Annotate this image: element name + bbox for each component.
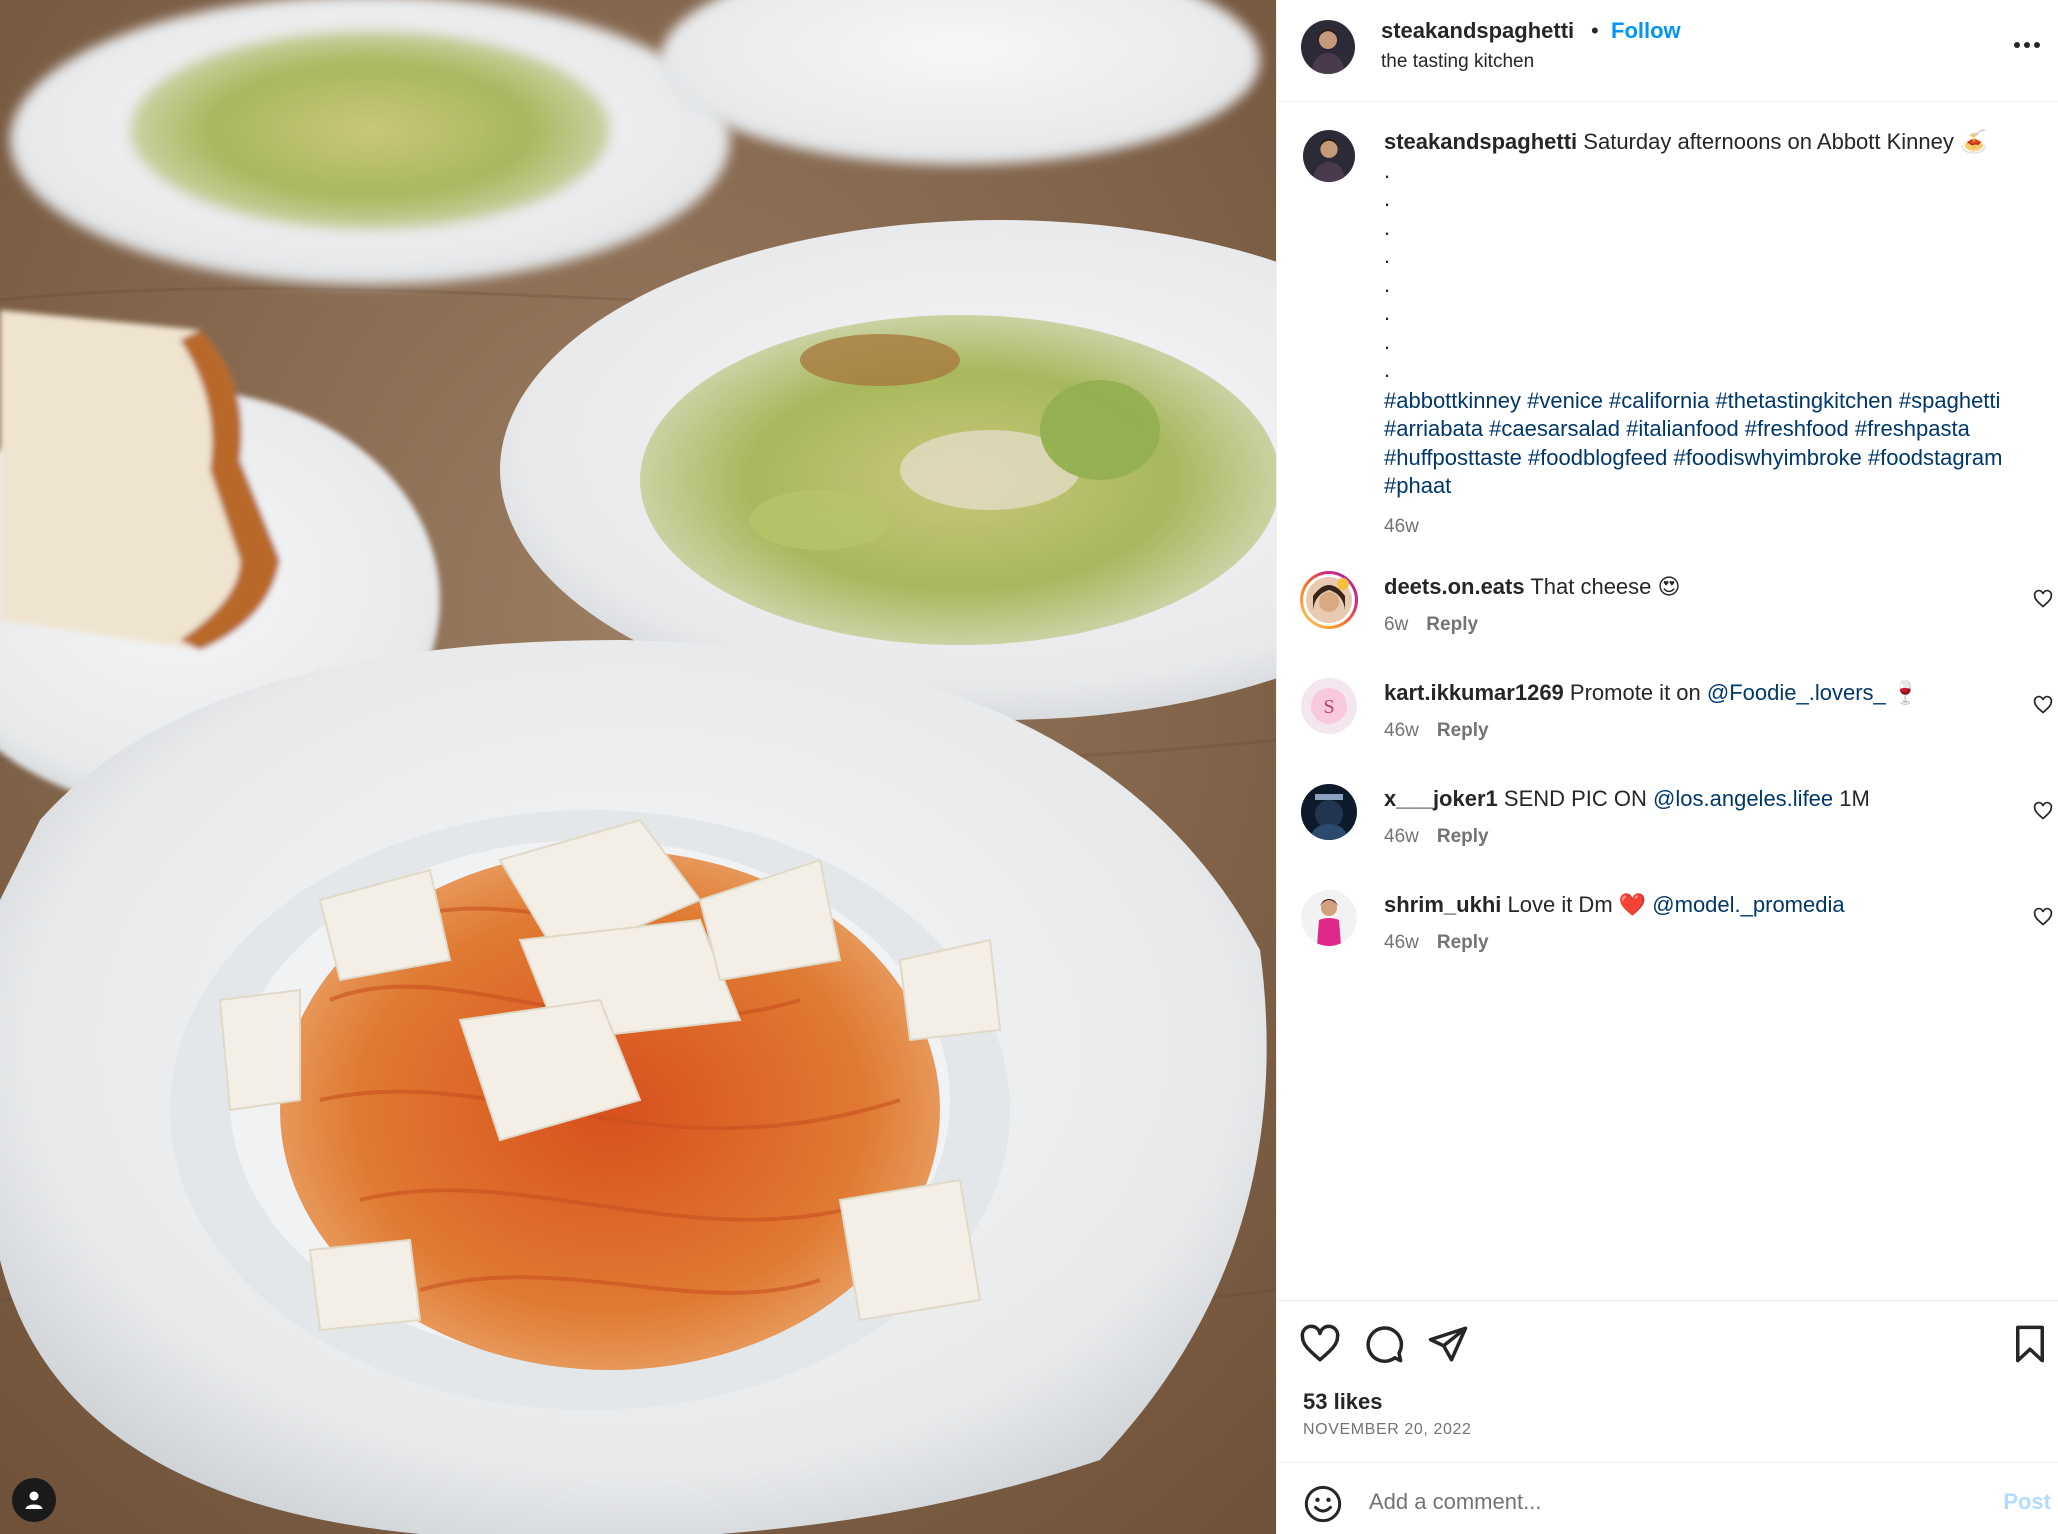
commenter-avatar[interactable] [1299,570,1359,630]
comment-body: That cheese 😍 [1530,574,1681,599]
author-username[interactable]: steakandspaghetti [1381,18,1574,44]
location-link[interactable]: the tasting kitchen [1381,51,1534,73]
comment-text: shrim_ukhi Love it Dm ❤️ @model._promedi… [1384,892,1845,918]
comment-mention[interactable]: @Foodie_.lovers_ [1707,680,1886,705]
comment-body: SEND PIC ON [1503,786,1647,811]
comment-username[interactable]: x___joker1 [1384,786,1498,811]
post-photo[interactable] [0,0,1276,1534]
comment-mention[interactable]: @los.angeles.lifee [1653,786,1833,811]
comment-username[interactable]: kart.ikkumar1269 [1384,680,1564,705]
comment-text: kart.ikkumar1269 Promote it on @Foodie_.… [1384,680,1919,706]
caption-username[interactable]: steakandspaghetti [1384,129,1577,154]
comment-body: Love it Dm ❤️ [1507,892,1647,917]
caption-first-line: steakandspaghetti Saturday afternoons on… [1384,128,2034,157]
comment-meta: 46w Reply [1384,720,1489,742]
food-photo-illustration [0,0,1276,1534]
emoji-icon[interactable] [1303,1484,1343,1524]
caption-text: Saturday afternoons on Abbott Kinney 🍝 [1583,129,1988,154]
separator-dot: • [1591,18,1599,43]
caption-dot: . [1384,186,1391,211]
commenter-avatar-image [1301,784,1357,840]
comment-like-heart-icon[interactable] [2033,801,2053,821]
share-icon[interactable] [1427,1323,1469,1365]
bookmark-icon[interactable] [2009,1323,2051,1365]
tagged-users-button[interactable] [12,1478,56,1522]
reply-button[interactable]: Reply [1437,826,1489,847]
author-avatar[interactable] [1301,20,1355,74]
comment-item: deets.on.eats That cheese 😍 6w Reply [1277,570,2058,662]
caption-dot: . [1384,328,1391,354]
user-tag-icon [25,1491,43,1509]
comment-like-heart-icon[interactable] [2033,907,2053,927]
caption-dot: . [1384,300,1391,325]
caption-dot: . [1384,271,1391,297]
comment-input[interactable] [1369,1477,1949,1527]
comment-icon[interactable] [1363,1323,1405,1365]
caption-dots: . . . . . . . . [1384,157,2034,385]
commenter-avatar[interactable]: S [1301,678,1357,734]
reply-button[interactable]: Reply [1437,932,1489,953]
post-caption: steakandspaghetti Saturday afternoons on… [1384,128,2034,541]
post-header: steakandspaghetti • Follow the tasting k… [1277,0,2058,102]
comment-like-heart-icon[interactable] [2033,695,2053,715]
comment-time[interactable]: 46w [1384,826,1419,847]
comment-text: deets.on.eats That cheese 😍 [1384,574,1680,600]
post-side-panel: steakandspaghetti • Follow the tasting k… [1276,0,2058,1534]
author-avatar-image [1301,20,1355,74]
comment-text: x___joker1 SEND PIC ON @los.angeles.life… [1384,786,1870,812]
comment-time[interactable]: 6w [1384,614,1408,635]
commenter-avatar-image [1301,890,1357,946]
instagram-post-view: steakandspaghetti • Follow the tasting k… [0,0,2058,1534]
comment-suffix: 1M [1839,786,1870,811]
post-date[interactable]: NOVEMBER 20, 2022 [1303,1421,1472,1439]
reply-button[interactable]: Reply [1426,614,1478,635]
more-horizontal-icon[interactable] [2007,30,2047,60]
caption-timestamp[interactable]: 46w [1384,513,2034,542]
comment-item: shrim_ukhi Love it Dm ❤️ @model._promedi… [1277,890,2058,980]
comment-item: S kart.ikkumar1269 Promote it on @Foodie… [1277,678,2058,768]
add-comment-bar: Post [1277,1462,2058,1534]
commenter-avatar[interactable] [1301,784,1357,840]
comment-body: Promote it on [1569,680,1701,705]
follow-button[interactable]: Follow [1611,18,1681,44]
caption-hashtags[interactable]: #abbottkinney #venice #california #theta… [1384,387,2034,501]
svg-text:S: S [1323,696,1334,718]
comment-like-heart-icon[interactable] [2033,589,2053,609]
commenter-avatar-image: S [1301,678,1357,734]
heart-icon[interactable] [1299,1323,1341,1365]
post-comment-button[interactable]: Post [2003,1489,2051,1515]
reply-button[interactable]: Reply [1437,720,1489,741]
post-actions: 53 likes NOVEMBER 20, 2022 [1277,1300,2058,1462]
comment-username[interactable]: shrim_ukhi [1384,892,1501,917]
caption-avatar[interactable] [1303,130,1355,182]
comment-time[interactable]: 46w [1384,720,1419,741]
comment-meta: 6w Reply [1384,614,1478,636]
likes-count[interactable]: 53 likes [1303,1389,1383,1415]
comment-username[interactable]: deets.on.eats [1384,574,1525,599]
comment-meta: 46w Reply [1384,826,1489,848]
caption-dot: . [1384,214,1391,240]
commenter-avatar-story-ring [1300,571,1358,629]
comment-suffix: 🍷 [1891,680,1920,705]
comment-meta: 46w Reply [1384,932,1489,954]
commenter-avatar[interactable] [1301,890,1357,946]
comment-time[interactable]: 46w [1384,932,1419,953]
caption-dot: . [1384,157,1391,183]
caption-dot: . [1384,243,1391,268]
caption-avatar-image [1303,130,1355,182]
caption-dot: . [1384,357,1391,382]
comment-mention[interactable]: @model._promedia [1652,892,1844,917]
comment-item: x___joker1 SEND PIC ON @los.angeles.life… [1277,784,2058,874]
